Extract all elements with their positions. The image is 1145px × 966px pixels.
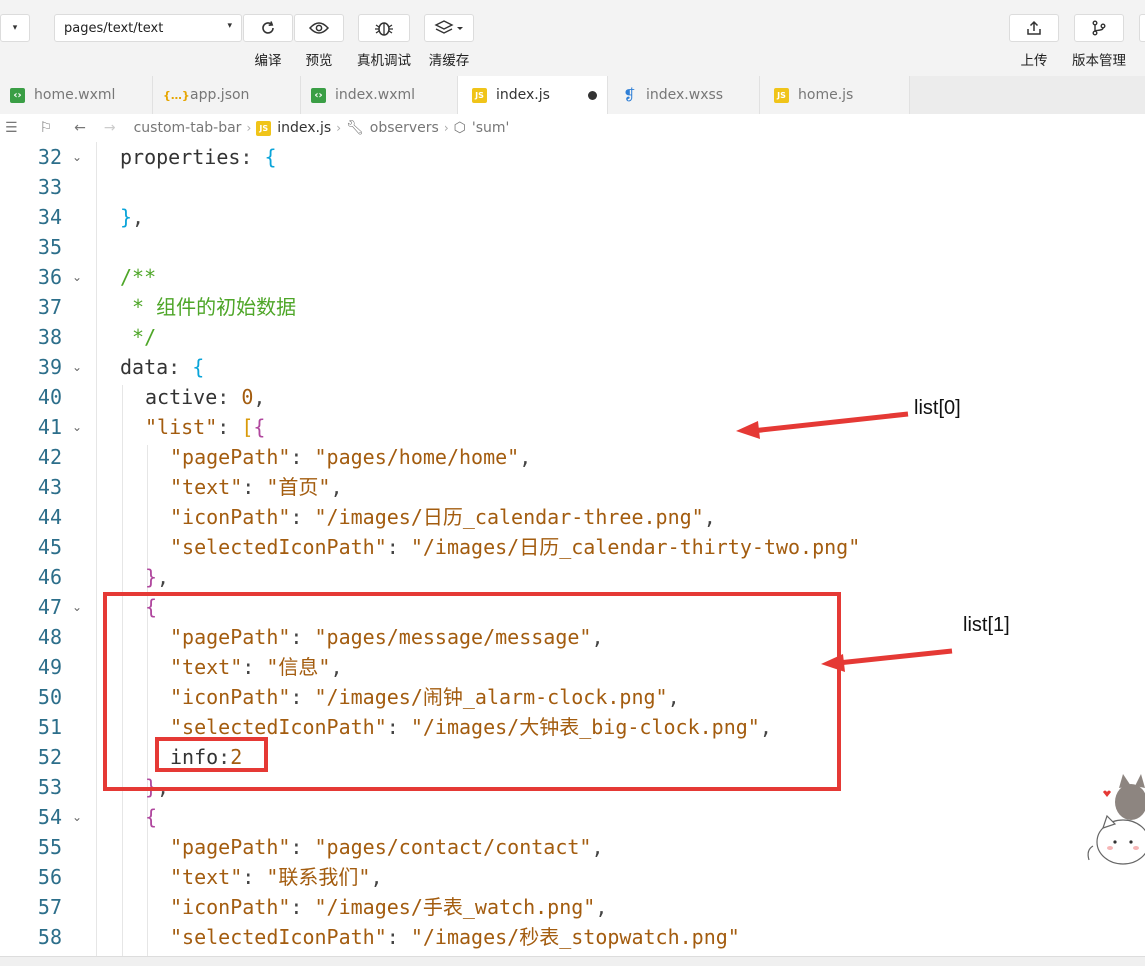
list1-label: list[1]	[963, 614, 1010, 636]
status-bar	[0, 956, 1145, 966]
arrowhead-icon	[736, 421, 760, 439]
arrow-line	[837, 648, 953, 666]
arrow-line	[751, 411, 909, 434]
list0-label: list[0]	[914, 397, 961, 419]
cat-sticker-icon	[1087, 774, 1145, 865]
arrowhead-icon	[821, 654, 845, 672]
annotation-arrows	[736, 411, 953, 672]
